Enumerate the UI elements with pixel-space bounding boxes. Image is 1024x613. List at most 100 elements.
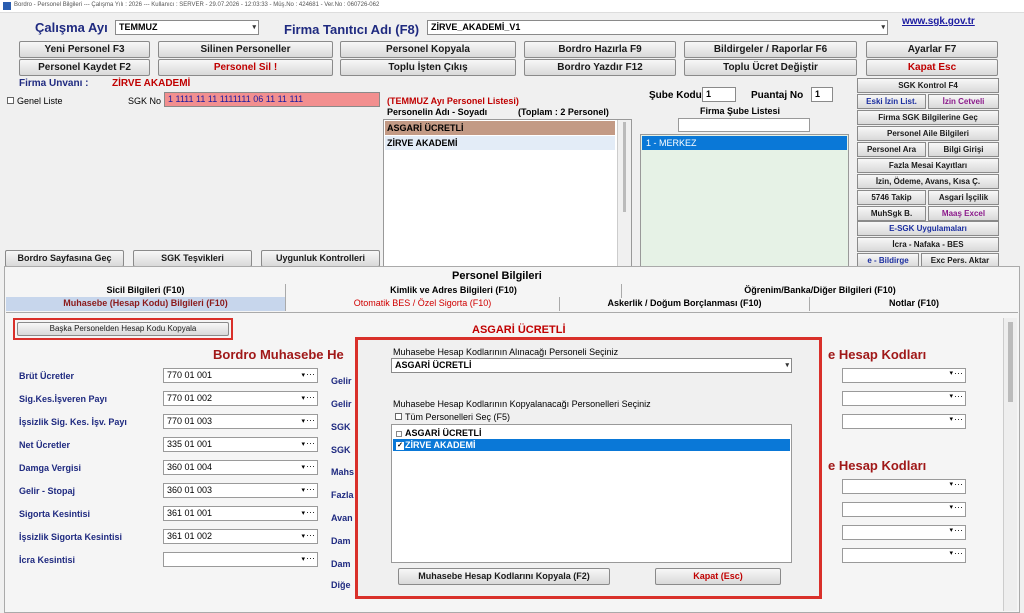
- more-icon[interactable]: ···: [306, 529, 315, 542]
- more-icon[interactable]: ···: [954, 414, 963, 424]
- tab-ogrenim[interactable]: Öğrenim/Banka/Diğer Bilgileri (F10): [622, 284, 1018, 298]
- account-code-field[interactable]: ▾ ···: [842, 368, 966, 383]
- tab-notlar[interactable]: Notlar (F10): [810, 297, 1018, 311]
- bulk-wage-button[interactable]: Toplu Ücret Değiştir: [684, 59, 857, 76]
- tab-kimlik[interactable]: Kimlik ve Adres Bilgileri (F10): [286, 284, 622, 298]
- list-item[interactable]: ✓ ZİRVE AKADEMİ: [393, 439, 790, 451]
- dialog-target-list[interactable]: ASGARİ ÜCRETLİ ✓ ZİRVE AKADEMİ: [391, 424, 792, 563]
- izin-cetveli-button[interactable]: İzin Cetveli: [928, 94, 999, 109]
- account-code-field[interactable]: 360 01 004 ▾ ···: [163, 460, 318, 475]
- fazla-mesai-button[interactable]: Fazla Mesai Kayıtları: [857, 158, 999, 173]
- personel-ara-button[interactable]: Personel Ara: [857, 142, 926, 157]
- sube-search[interactable]: [678, 118, 810, 132]
- account-code-field[interactable]: 770 01 001 ▾ ···: [163, 368, 318, 383]
- account-code-field[interactable]: 770 01 002 ▾ ···: [163, 391, 318, 406]
- dialog-source-select[interactable]: ASGARİ ÜCRETLİ ▾: [391, 358, 792, 373]
- more-icon[interactable]: ···: [306, 460, 315, 473]
- chevron-down-icon[interactable]: ▾: [949, 526, 953, 534]
- more-icon[interactable]: ···: [306, 483, 315, 496]
- aile-button[interactable]: Personel Aile Bilgileri: [857, 126, 999, 141]
- chevron-down-icon[interactable]: ▾: [301, 553, 305, 566]
- chevron-down-icon[interactable]: ▾: [949, 503, 953, 511]
- account-code-field[interactable]: ▾ ···: [842, 548, 966, 563]
- bilgi-girisi-button[interactable]: Bilgi Girişi: [928, 142, 999, 157]
- more-icon[interactable]: ···: [954, 502, 963, 512]
- more-icon[interactable]: ···: [306, 552, 315, 565]
- chevron-down-icon[interactable]: ▾: [301, 392, 305, 405]
- select-all-checkbox[interactable]: [395, 413, 402, 420]
- check-icon[interactable]: ✓: [396, 441, 404, 450]
- scrollbar[interactable]: [617, 120, 631, 268]
- more-icon[interactable]: ···: [954, 525, 963, 535]
- reports-button[interactable]: Bildirgeler / Raporlar F6: [684, 41, 857, 58]
- more-icon[interactable]: ···: [306, 391, 315, 404]
- tab-sicil[interactable]: Sicil Bilgileri (F10): [6, 284, 286, 298]
- more-icon[interactable]: ···: [306, 414, 315, 427]
- icra-button[interactable]: İcra - Nafaka - BES: [857, 237, 999, 252]
- chevron-down-icon[interactable]: ▾: [301, 484, 305, 497]
- chevron-down-icon[interactable]: ▾: [301, 461, 305, 474]
- genel-liste-checkbox[interactable]: [7, 97, 14, 104]
- puantaj-field[interactable]: 1: [811, 87, 833, 102]
- asgari-iscilik-button[interactable]: Asgari İşçilik: [928, 190, 999, 205]
- more-icon[interactable]: ···: [954, 548, 963, 558]
- more-icon[interactable]: ···: [954, 368, 963, 378]
- account-code-field[interactable]: ▾ ···: [842, 525, 966, 540]
- save-personnel-button[interactable]: Personel Kaydet F2: [19, 59, 150, 76]
- list-item[interactable]: ASGARİ ÜCRETLİ: [385, 121, 615, 135]
- sube-kodu-field[interactable]: 1: [702, 87, 736, 102]
- account-code-field[interactable]: 361 01 001 ▾ ···: [163, 506, 318, 521]
- chevron-down-icon[interactable]: ▾: [301, 415, 305, 428]
- delete-personnel-button[interactable]: Personel Sil !: [158, 59, 333, 76]
- sube-list[interactable]: 1 - MERKEZ: [640, 134, 849, 269]
- print-payroll-button[interactable]: Bordro Yazdır F12: [524, 59, 676, 76]
- tab-bes[interactable]: Otomatik BES / Özel Sigorta (F10): [286, 297, 560, 311]
- account-code-field[interactable]: 360 01 003 ▾ ···: [163, 483, 318, 498]
- more-icon[interactable]: ···: [954, 391, 963, 401]
- content-scrollbar[interactable]: [1003, 318, 1017, 611]
- sgk-no-field[interactable]: 1 1111 11 11 1111111 06 11 11 111: [164, 92, 380, 107]
- deleted-personnel-button[interactable]: Silinen Personeller: [158, 41, 333, 58]
- checkbox[interactable]: [396, 430, 402, 437]
- chevron-down-icon[interactable]: ▾: [301, 438, 305, 451]
- chevron-down-icon[interactable]: ▾: [301, 369, 305, 382]
- account-code-field[interactable]: 361 01 002 ▾ ···: [163, 529, 318, 544]
- esgk-button[interactable]: E-SGK Uygulamaları: [857, 221, 999, 236]
- tab-askerlik[interactable]: Askerlik / Doğum Borçlanması (F10): [560, 297, 810, 311]
- close-button[interactable]: Kapat Esc: [866, 59, 998, 76]
- new-personnel-button[interactable]: Yeni Personel F3: [19, 41, 150, 58]
- list-item[interactable]: ZİRVE AKADEMİ: [385, 136, 615, 150]
- chevron-down-icon[interactable]: ▾: [949, 480, 953, 488]
- list-item[interactable]: ASGARİ ÜCRETLİ: [393, 427, 790, 439]
- account-code-field[interactable]: 335 01 001 ▾ ···: [163, 437, 318, 452]
- list-item[interactable]: 1 - MERKEZ: [642, 136, 847, 150]
- bulk-exit-button[interactable]: Toplu İşten Çıkış: [340, 59, 516, 76]
- account-code-field[interactable]: ▾ ···: [842, 414, 966, 429]
- uygunluk-button[interactable]: Uygunluk Kontrolleri: [261, 250, 380, 267]
- chevron-down-icon[interactable]: ▾: [949, 369, 953, 377]
- copy-personnel-button[interactable]: Personel Kopyala: [340, 41, 516, 58]
- account-code-field[interactable]: ▾ ···: [842, 502, 966, 517]
- bordro-sayfasi-button[interactable]: Bordro Sayfasına Geç: [5, 250, 124, 267]
- dialog-close-button[interactable]: Kapat (Esc): [655, 568, 781, 585]
- copy-from-person-button[interactable]: Başka Personelden Hesap Kodu Kopyala: [17, 322, 229, 336]
- more-icon[interactable]: ···: [306, 368, 315, 381]
- personnel-list[interactable]: ASGARİ ÜCRETLİ ZİRVE AKADEMİ: [383, 119, 632, 269]
- chevron-down-icon[interactable]: ▾: [949, 549, 953, 557]
- sgk-kontrol-button[interactable]: SGK Kontrol F4: [857, 78, 999, 93]
- maas-excel-button[interactable]: Maaş Excel: [928, 206, 999, 221]
- tab-muhasebe[interactable]: Muhasebe (Hesap Kodu) Bilgileri (F10): [6, 297, 286, 311]
- chevron-down-icon[interactable]: ▾: [301, 507, 305, 520]
- period-select[interactable]: TEMMUZ ▾: [115, 20, 259, 35]
- firm-select[interactable]: ZİRVE_AKADEMİ_V1 ▾: [427, 20, 888, 35]
- eski-izin-button[interactable]: Eski İzin List.: [857, 94, 926, 109]
- account-code-field[interactable]: ▾ ···: [842, 479, 966, 494]
- chevron-down-icon[interactable]: ▾: [949, 392, 953, 400]
- prepare-payroll-button[interactable]: Bordro Hazırla F9: [524, 41, 676, 58]
- chevron-down-icon[interactable]: ▾: [949, 415, 953, 423]
- more-icon[interactable]: ···: [306, 506, 315, 519]
- more-icon[interactable]: ···: [306, 437, 315, 450]
- more-icon[interactable]: ···: [954, 479, 963, 489]
- muhsgk-button[interactable]: MuhSgk B.: [857, 206, 926, 221]
- settings-button[interactable]: Ayarlar F7: [866, 41, 998, 58]
